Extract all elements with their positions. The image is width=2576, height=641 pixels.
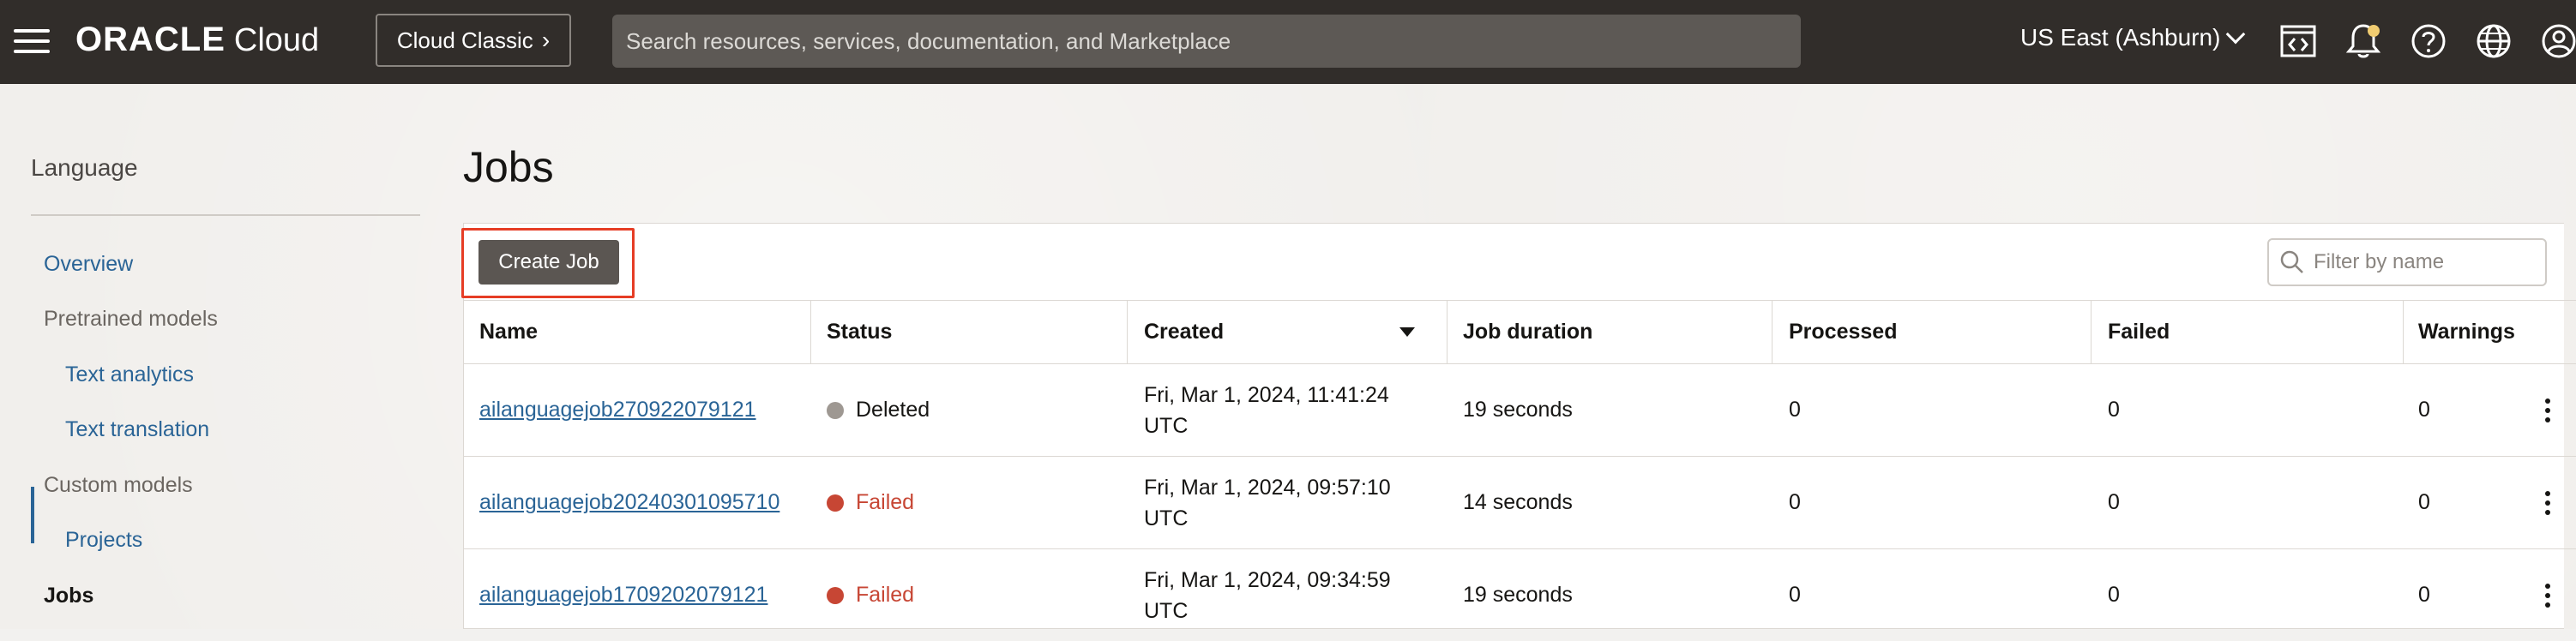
created-date: Fri, Mar 1, 2024, 09:34:59 [1144,567,1391,592]
column-separator [810,301,811,364]
cloud-classic-label: Cloud Classic [396,27,533,53]
created-timezone: UTC [1144,413,1189,438]
sidebar-item-text-analytics[interactable]: Text analytics [65,362,194,387]
sidebar-active-indicator [31,487,34,543]
region-label: US East (Ashburn) [2020,24,2221,51]
status-failed-icon [827,586,844,604]
jobs-table: Name Status Created Job duration Process… [463,300,2576,641]
column-header-job-duration[interactable]: Job duration [1463,301,1592,363]
created-date: Fri, Mar 1, 2024, 11:41:24 [1144,382,1389,407]
column-header-processed[interactable]: Processed [1789,301,1897,363]
bell-icon[interactable] [2343,21,2384,62]
sidebar-item-text-translation[interactable]: Text translation [65,417,209,442]
warnings-cell: 0 [2418,583,2430,607]
warnings-cell: 0 [2418,490,2430,514]
column-header-created[interactable]: Created [1144,301,1439,363]
created-cell: Fri, Mar 1, 2024, 09:34:59 UTC [1144,549,1427,641]
table-row: ailanguagejob20240301095710 Failed Fri, … [463,456,2576,548]
sidebar-item-projects[interactable]: Projects [65,528,142,553]
status-cell: Failed [827,549,914,641]
oracle-cloud-logo[interactable]: ORACLE Cloud [75,21,319,63]
global-search-input[interactable] [612,15,1801,68]
table-header-row: Name Status Created Job duration Process… [463,300,2576,364]
column-header-warnings[interactable]: Warnings [2418,301,2515,363]
created-timezone: UTC [1144,506,1189,530]
row-actions-kebab-icon[interactable] [2545,583,2552,608]
sidebar-divider [31,214,420,216]
processed-cell: 0 [1789,490,1801,514]
help-icon[interactable] [2408,21,2449,62]
job-duration-cell: 19 seconds [1463,398,1573,422]
filter-by-name-input[interactable] [2314,250,2537,274]
top-navigation-bar: ORACLE Cloud Cloud Classic › US East (As… [0,0,2576,84]
sidebar-group-custom-models: Custom models [44,473,193,497]
globe-icon[interactable] [2473,21,2514,62]
column-separator [1127,301,1128,364]
column-header-failed[interactable]: Failed [2108,301,2170,363]
job-name-link[interactable]: ailanguagejob270922079121 [479,398,756,422]
column-header-created-label: Created [1144,320,1225,344]
table-row: ailanguagejob1709202079121 Failed Fri, M… [463,548,2576,641]
column-header-name[interactable]: Name [479,301,538,363]
sidebar-item-jobs[interactable]: Jobs [44,584,93,608]
processed-cell: 0 [1789,583,1801,607]
row-actions-kebab-icon[interactable] [2545,398,2552,422]
column-separator [1772,301,1773,364]
status-cell: Failed [827,457,914,548]
cloud-classic-button[interactable]: Cloud Classic › [376,14,571,67]
created-timezone: UTC [1144,598,1189,623]
status-deleted-icon [827,401,844,419]
row-actions-kebab-icon[interactable] [2545,490,2552,515]
failed-cell: 0 [2108,583,2120,607]
page-title: Jobs [463,143,554,191]
created-date: Fri, Mar 1, 2024, 09:57:10 [1144,475,1391,500]
job-duration-cell: 19 seconds [1463,583,1573,607]
sidebar-navigation: Language Overview Pretrained models Text… [0,84,437,629]
sort-descending-icon[interactable] [1399,327,1415,337]
job-name-link[interactable]: ailanguagejob20240301095710 [479,490,779,515]
failed-cell: 0 [2108,398,2120,422]
code-editor-icon[interactable] [2278,21,2319,62]
sidebar-item-overview[interactable]: Overview [44,252,133,277]
hamburger-menu-icon[interactable] [12,24,51,58]
job-duration-cell: 14 seconds [1463,490,1573,514]
status-label: Failed [856,583,915,607]
region-selector[interactable]: US East (Ashburn) [2020,24,2246,51]
status-failed-icon [827,494,844,512]
warnings-cell: 0 [2418,398,2430,422]
created-cell: Fri, Mar 1, 2024, 11:41:24 UTC [1144,364,1427,456]
column-header-status[interactable]: Status [827,301,892,363]
sidebar-title: Language [31,154,138,181]
status-label: Deleted [856,398,930,422]
column-separator [2403,301,2404,364]
search-icon [2280,250,2303,273]
logo-product: Cloud [233,22,320,58]
processed-cell: 0 [1789,398,1801,422]
created-cell: Fri, Mar 1, 2024, 09:57:10 UTC [1144,457,1427,548]
profile-icon[interactable] [2538,21,2576,62]
logo-brand: ORACLE [75,21,226,58]
create-job-button[interactable]: Create Job [478,240,619,285]
chevron-right-icon: › [541,27,551,53]
table-row: ailanguagejob270922079121 Deleted Fri, M… [463,363,2576,456]
chevron-down-icon [2226,24,2246,45]
status-cell: Deleted [827,364,930,456]
sidebar-group-pretrained-models: Pretrained models [44,307,218,331]
filter-box [2267,238,2547,286]
job-name-link[interactable]: ailanguagejob1709202079121 [479,583,767,608]
status-label: Failed [856,490,915,514]
failed-cell: 0 [2108,490,2120,514]
